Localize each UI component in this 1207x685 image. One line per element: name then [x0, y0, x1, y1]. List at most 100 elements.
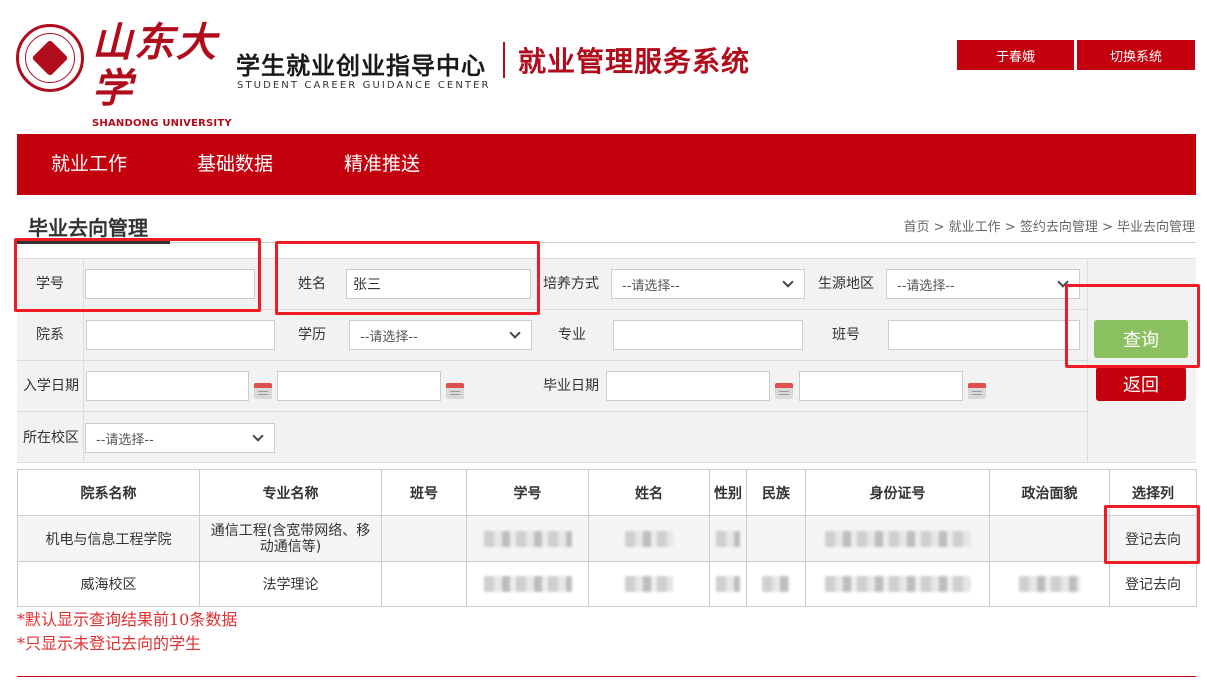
class-cell	[381, 561, 467, 607]
form-label-column-divider	[83, 258, 84, 463]
register-destination-link[interactable]: 登记去向	[1109, 515, 1197, 562]
ethnicity-cell	[746, 515, 806, 562]
nav-item-precision-push[interactable]: 精准推送	[344, 134, 420, 195]
title-accent-line	[17, 241, 170, 244]
degree-label: 学历	[298, 327, 326, 343]
main-nav: 就业工作 基础数据 精准推送	[17, 134, 1196, 195]
redacted-value	[716, 530, 740, 547]
chevron-down-icon	[252, 430, 264, 442]
student-id-input[interactable]	[85, 269, 255, 299]
breadcrumb[interactable]: 首页 > 就业工作 > 签约去向管理 > 毕业去向管理	[904, 216, 1195, 235]
university-name-cn: 山东大学	[92, 19, 218, 112]
training-mode-select[interactable]: --请选择--	[611, 269, 805, 299]
redacted-value	[762, 576, 790, 592]
calendar-icon[interactable]	[968, 383, 986, 399]
class-number-label: 班号	[832, 327, 860, 343]
table-header-row: 院系名称 专业名称 班号 学号 姓名 性别 民族 身份证号 政治面貌 选择列	[17, 469, 1197, 516]
major-label: 专业	[558, 327, 586, 343]
chevron-down-icon	[1057, 276, 1069, 288]
redacted-value	[824, 530, 971, 547]
form-button-column-divider	[1087, 258, 1088, 463]
student-id-cell	[466, 561, 589, 607]
major-cell: 法学理论	[199, 561, 382, 607]
student-id-cell	[466, 515, 589, 562]
system-title: 就业管理服务系统	[518, 45, 751, 78]
redacted-value	[483, 576, 572, 592]
origin-region-label: 生源地区	[818, 276, 874, 292]
column-header: 学号	[466, 469, 589, 516]
class-cell	[381, 515, 467, 562]
column-header: 班号	[381, 469, 467, 516]
nav-item-basic-data[interactable]: 基础数据	[197, 134, 273, 195]
enroll-date-from-input[interactable]	[86, 371, 249, 401]
dept-cell: 机电与信息工程学院	[17, 515, 200, 562]
redacted-value	[716, 576, 740, 592]
chevron-down-icon	[509, 327, 521, 339]
ethnicity-cell	[746, 561, 806, 607]
redacted-value	[625, 530, 673, 547]
student-id-label: 学号	[36, 276, 64, 292]
redacted-value	[483, 530, 572, 547]
note-default-top10: *默认显示查询结果前10条数据	[17, 610, 238, 629]
back-button[interactable]: 返回	[1096, 367, 1186, 401]
redacted-value	[1018, 576, 1081, 592]
form-row-divider	[17, 411, 1087, 412]
calendar-icon[interactable]	[775, 383, 793, 399]
chevron-down-icon	[782, 276, 794, 288]
center-name-cn: 学生就业创业指导中心	[236, 52, 486, 80]
campus-label: 所在校区	[23, 430, 79, 446]
name-cell	[588, 561, 710, 607]
form-row-divider	[17, 360, 1087, 361]
user-name-button[interactable]: 于春娥	[957, 40, 1074, 70]
table-row: 威海校区 法学理论 登记去向	[17, 561, 1197, 607]
redacted-value	[625, 576, 673, 592]
gender-cell	[709, 515, 747, 562]
id-number-cell	[805, 561, 990, 607]
query-button[interactable]: 查询	[1094, 320, 1188, 358]
column-header: 姓名	[588, 469, 710, 516]
grad-date-to-input[interactable]	[799, 371, 963, 401]
major-cell: 通信工程(含宽带网络、移动通信等)	[199, 515, 382, 562]
switch-system-button[interactable]: 切换系统	[1077, 40, 1195, 70]
column-header: 专业名称	[199, 469, 382, 516]
column-header: 民族	[746, 469, 806, 516]
class-number-input[interactable]	[888, 320, 1080, 350]
university-logo: 山东大学 SHANDONG UNIVERSITY	[92, 20, 232, 130]
note-unregistered-only: *只显示未登记去向的学生	[17, 634, 202, 653]
header-divider	[503, 42, 505, 78]
calendar-icon[interactable]	[446, 383, 464, 399]
title-divider	[17, 242, 1196, 243]
grad-date-from-input[interactable]	[606, 371, 770, 401]
redacted-value	[824, 576, 971, 592]
name-label: 姓名	[298, 276, 326, 292]
table-row: 机电与信息工程学院 通信工程(含宽带网络、移动通信等) 登记去向	[17, 515, 1197, 562]
campus-select[interactable]: --请选择--	[85, 423, 275, 453]
center-name-en: STUDENT CAREER GUIDANCE CENTER	[237, 80, 491, 91]
calendar-icon[interactable]	[254, 383, 272, 399]
enroll-date-to-input[interactable]	[277, 371, 441, 401]
grad-date-label: 毕业日期	[543, 378, 599, 394]
degree-select[interactable]: --请选择--	[349, 320, 532, 350]
id-number-cell	[805, 515, 990, 562]
major-input[interactable]	[613, 320, 803, 350]
footer-divider	[17, 676, 1196, 677]
training-mode-label: 培养方式	[543, 276, 599, 292]
page-header: 山东大学 SHANDONG UNIVERSITY 学生就业创业指导中心 STUD…	[0, 0, 1207, 130]
column-header: 院系名称	[17, 469, 200, 516]
results-table: 院系名称 专业名称 班号 学号 姓名 性别 民族 身份证号 政治面貌 选择列 机…	[17, 469, 1197, 607]
department-input[interactable]	[86, 320, 275, 350]
nav-item-employment-work[interactable]: 就业工作	[51, 134, 127, 195]
name-cell	[588, 515, 710, 562]
university-seal-icon	[16, 24, 84, 92]
name-input[interactable]	[346, 269, 531, 299]
dept-cell: 威海校区	[17, 561, 200, 607]
form-row-divider	[17, 309, 1087, 310]
gender-cell	[709, 561, 747, 607]
enroll-date-label: 入学日期	[23, 378, 79, 394]
column-header: 身份证号	[805, 469, 990, 516]
origin-region-select[interactable]: --请选择--	[886, 269, 1080, 299]
column-header: 选择列	[1109, 469, 1197, 516]
department-label: 院系	[36, 327, 64, 343]
register-destination-link[interactable]: 登记去向	[1109, 561, 1197, 607]
university-name-en: SHANDONG UNIVERSITY	[92, 118, 232, 129]
